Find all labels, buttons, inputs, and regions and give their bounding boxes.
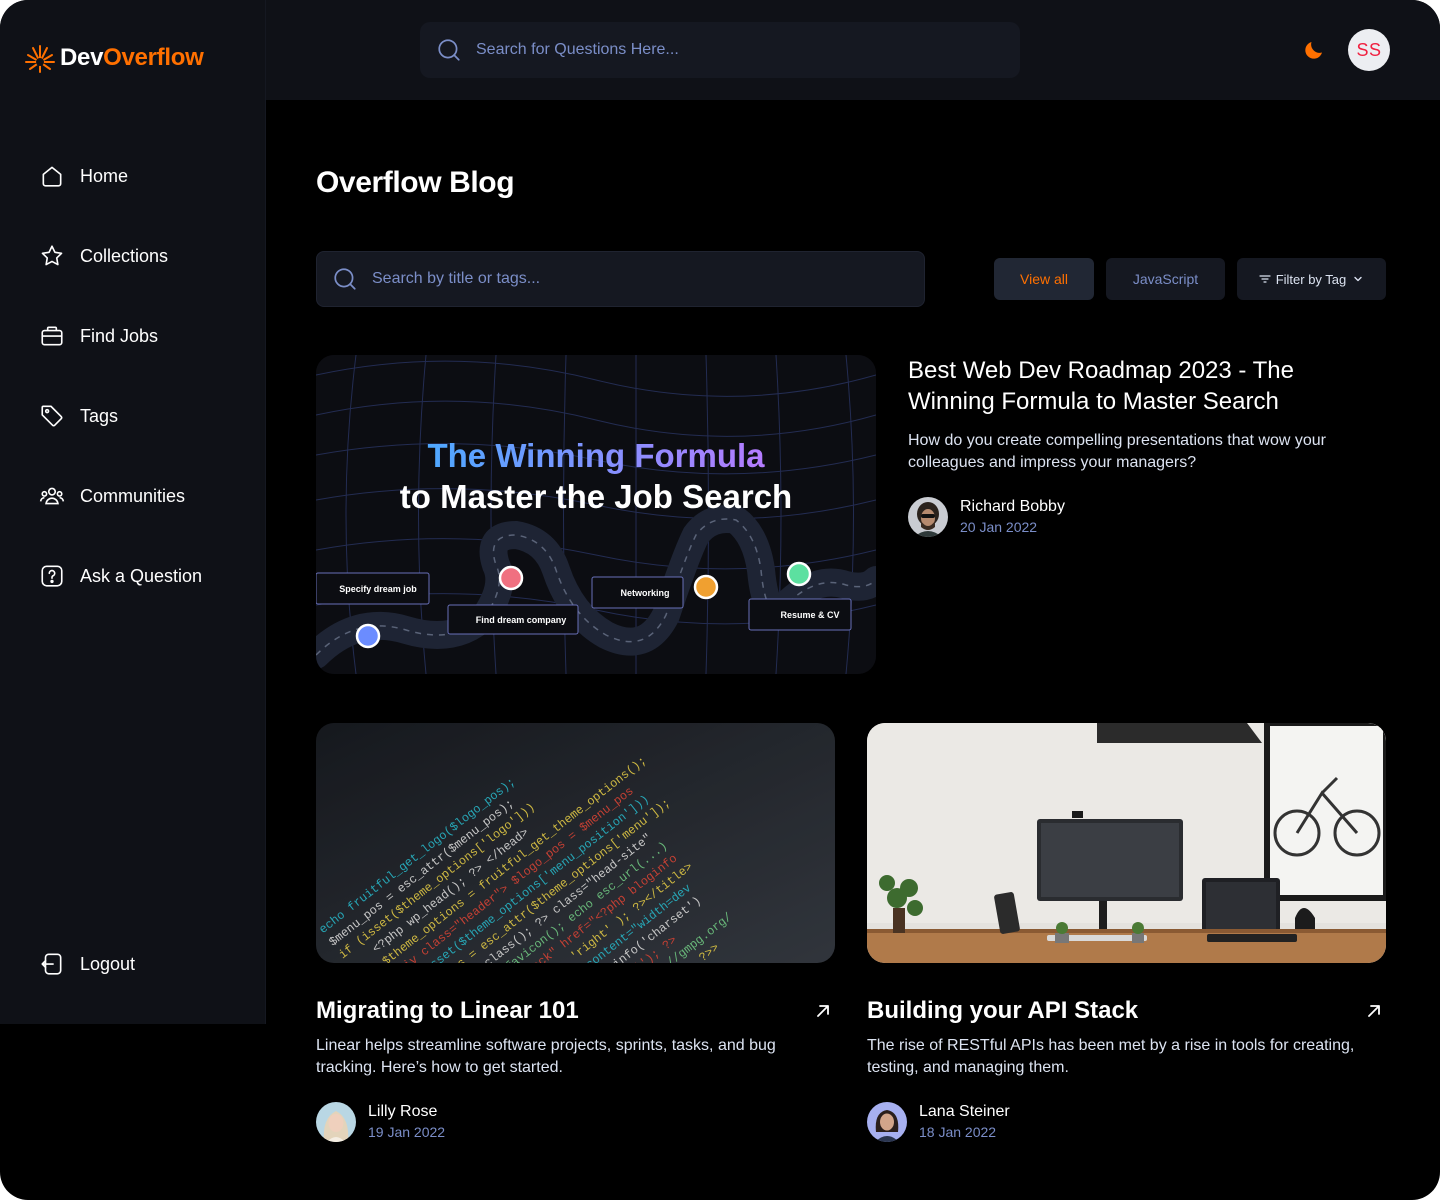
author-avatar — [908, 497, 948, 537]
featured-post-author[interactable]: Richard Bobby 20 Jan 2022 — [908, 497, 1065, 537]
post-description: The rise of RESTful APIs has been met by… — [867, 1037, 1355, 1076]
star-icon — [38, 242, 66, 270]
post-date: 18 Jan 2022 — [919, 1124, 997, 1140]
logo-icon — [25, 45, 55, 73]
post-title[interactable]: Migrating to Linear 101 — [316, 996, 579, 1026]
top-bar: SS — [266, 0, 1440, 100]
filter-by-tag-label: Filter by Tag — [1275, 271, 1347, 287]
sidebar-item-collections[interactable]: Collections — [38, 236, 168, 276]
code-screen-photo: <?php wp_head(); ?> </head> $theme_optio… — [316, 723, 835, 963]
author-info: Richard Bobby 20 Jan 2022 — [960, 497, 1065, 537]
chevron-down-icon — [1354, 276, 1362, 282]
featured-image-headline-2: to Master the Job Search — [400, 478, 792, 515]
arrow-up-right-icon[interactable] — [1365, 1002, 1383, 1020]
logout-label: Logout — [80, 953, 136, 974]
users-icon — [38, 482, 66, 510]
sidebar-item-label: Ask a Question — [80, 565, 203, 586]
desk-setup-photo — [867, 723, 1386, 963]
logout-button[interactable]: Logout — [38, 944, 135, 984]
post-date: 20 Jan 2022 — [960, 519, 1038, 535]
sidebar-item-label: Find Jobs — [80, 325, 159, 346]
featured-post-title[interactable]: Best Web Dev Roadmap 2023 - The Winning … — [908, 355, 1348, 417]
sidebar: DevOverflow Home Collections Find Jobs T — [0, 0, 266, 1024]
filter-by-tag-dropdown[interactable]: Filter by Tag — [1237, 258, 1386, 300]
roadmap-step-label: Resume & CV — [780, 610, 839, 620]
featured-image-headline-1: The Winning Formula — [427, 437, 765, 474]
arrow-up-right-icon[interactable] — [814, 1002, 832, 1020]
author-name: Lilly Rose — [368, 1103, 438, 1120]
post-image-code[interactable]: <?php wp_head(); ?> </head> $theme_optio… — [316, 723, 835, 963]
sidebar-item-label: Home — [80, 165, 129, 186]
author-name: Richard Bobby — [960, 498, 1065, 515]
post-author[interactable]: Lana Steiner 18 Jan 2022 — [867, 1102, 1010, 1142]
tag-icon — [38, 402, 66, 430]
global-search[interactable] — [420, 22, 1020, 78]
moon-icon[interactable] — [1302, 38, 1326, 62]
post-image-desk[interactable] — [867, 723, 1386, 963]
roadmap-illustration: The Winning Formula to Master the Job Se… — [316, 355, 876, 674]
author-name: Lana Steiner — [919, 1103, 1010, 1120]
roadmap-step-label: Find dream company — [476, 615, 567, 625]
post-description: Linear helps streamline software project… — [316, 1037, 776, 1076]
roadmap-step-label: Specify dream job — [339, 584, 417, 594]
author-info: Lilly Rose 19 Jan 2022 — [368, 1102, 445, 1142]
javascript-filter-button[interactable]: JavaScript — [1106, 258, 1225, 300]
page-title: Overflow Blog — [316, 166, 515, 199]
sidebar-item-find-jobs[interactable]: Find Jobs — [38, 316, 158, 356]
logo[interactable]: DevOverflow — [24, 42, 204, 74]
sidebar-item-communities[interactable]: Communities — [38, 476, 185, 516]
sidebar-item-label: Collections — [80, 245, 169, 266]
filter-icon — [1259, 275, 1271, 283]
sidebar-item-home[interactable]: Home — [38, 156, 128, 196]
briefcase-icon — [38, 322, 66, 350]
roadmap-step-label: Networking — [620, 588, 669, 598]
sidebar-item-tags[interactable]: Tags — [38, 396, 118, 436]
search-icon — [438, 39, 460, 61]
logo-text-prefix: Dev — [60, 44, 104, 71]
global-search-input[interactable] — [476, 41, 956, 59]
question-icon — [38, 562, 66, 590]
post-date: 19 Jan 2022 — [368, 1124, 446, 1140]
sidebar-item-ask-question[interactable]: Ask a Question — [38, 556, 202, 596]
logo-text: DevOverflow — [60, 44, 204, 72]
post-author[interactable]: Lilly Rose 19 Jan 2022 — [316, 1102, 445, 1142]
blog-search-input[interactable] — [372, 270, 852, 288]
search-icon — [334, 268, 356, 290]
author-info: Lana Steiner 18 Jan 2022 — [919, 1102, 1010, 1142]
user-avatar[interactable]: SS — [1348, 29, 1390, 71]
featured-post-image[interactable]: The Winning Formula to Master the Job Se… — [316, 355, 876, 674]
sidebar-item-label: Tags — [80, 405, 119, 426]
post-title[interactable]: Building your API Stack — [867, 996, 1138, 1026]
sidebar-item-label: Communities — [80, 485, 186, 506]
app-window: DevOverflow Home Collections Find Jobs T — [0, 0, 1440, 1200]
featured-post-description: How do you create compelling presentatio… — [908, 432, 1326, 471]
author-avatar — [867, 1102, 907, 1142]
logo-text-accent: Overflow — [103, 44, 204, 71]
author-avatar — [316, 1102, 356, 1142]
blog-search[interactable] — [316, 251, 925, 307]
logout-icon — [38, 950, 66, 978]
home-icon — [38, 162, 66, 190]
view-all-button[interactable]: View all — [994, 258, 1094, 300]
